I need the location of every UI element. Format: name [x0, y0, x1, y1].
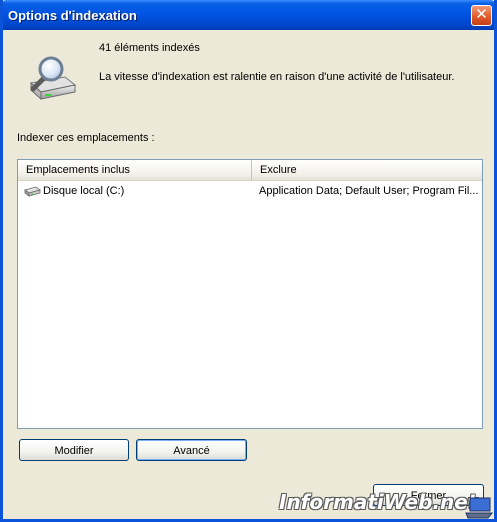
- close-button[interactable]: ✕: [471, 5, 492, 26]
- indexing-status: La vitesse d'indexation est ralentie en …: [99, 71, 455, 83]
- indexed-count: 41 éléments indexés: [99, 42, 200, 54]
- column-header-exclude[interactable]: Exclure: [252, 160, 482, 180]
- magnifier-drive-icon: [29, 56, 77, 101]
- window-title: Options d'indexation: [8, 8, 137, 23]
- watermark-text: InformatiWeb.net: [279, 490, 478, 514]
- list-header: Emplacements inclus Exclure: [18, 160, 482, 181]
- location-cell: Disque local (C:): [24, 184, 124, 197]
- close-icon: ✕: [475, 6, 488, 23]
- modify-button[interactable]: Modifier: [19, 439, 129, 461]
- list-item[interactable]: Disque local (C:) Application Data; Defa…: [18, 181, 482, 201]
- exclusions-cell: Application Data; Default User; Program …: [259, 185, 479, 197]
- title-bar[interactable]: Options d'indexation ✕: [3, 0, 494, 30]
- locations-label: Indexer ces emplacements :: [17, 132, 155, 144]
- location-name: Disque local (C:): [43, 184, 125, 197]
- indexing-options-window: Options d'indexation ✕ 41 éléments index…: [0, 0, 497, 522]
- laptop-logo-icon: [465, 497, 494, 519]
- hard-drive-icon: [24, 186, 41, 197]
- column-header-included[interactable]: Emplacements inclus: [18, 160, 252, 180]
- advanced-button[interactable]: Avancé: [136, 439, 247, 461]
- locations-list[interactable]: Emplacements inclus Exclure Disque local…: [17, 159, 483, 429]
